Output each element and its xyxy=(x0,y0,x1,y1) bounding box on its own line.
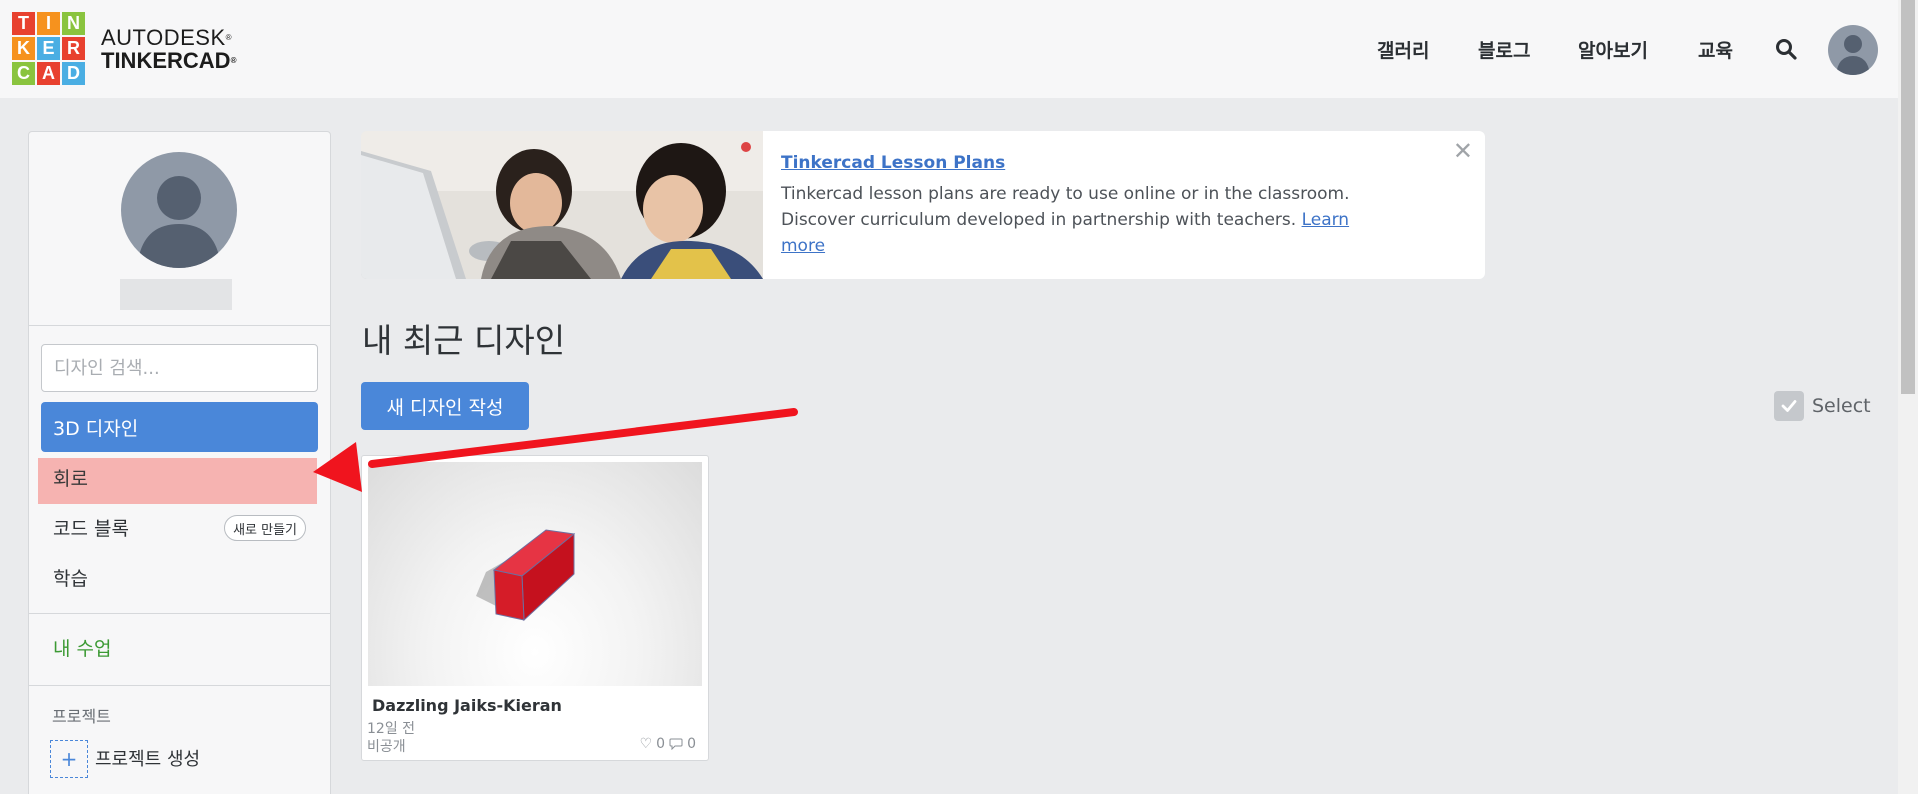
my-classes-link[interactable]: 내 수업 xyxy=(53,634,111,661)
banner-description: Tinkercad lesson plans are ready to use … xyxy=(781,181,1361,259)
scrollbar-thumb[interactable] xyxy=(1901,0,1915,394)
sidebar-item-learning[interactable]: 학습 xyxy=(41,552,318,602)
nav-learn-more[interactable]: 알아보기 xyxy=(1578,36,1648,63)
logo-tile: I xyxy=(37,12,60,35)
banner-text: Tinkercad lesson plans are ready to use … xyxy=(781,184,1350,230)
comments-count: 0 xyxy=(687,736,696,752)
design-stats: ♡ 0 0 xyxy=(640,736,696,752)
comment-icon xyxy=(669,738,683,750)
divider xyxy=(29,685,330,686)
logo-tile: C xyxy=(12,62,35,85)
page-title: 내 최근 디자인 xyxy=(362,321,566,360)
user-avatar[interactable] xyxy=(1828,25,1878,75)
add-project-icon[interactable]: + xyxy=(50,740,88,778)
likes-count: 0 xyxy=(656,736,666,752)
search-icon[interactable] xyxy=(1775,38,1797,60)
sidebar-item-circuits[interactable]: 회로 xyxy=(38,458,317,504)
page-scrollbar[interactable] xyxy=(1898,0,1918,794)
design-search-input[interactable] xyxy=(41,344,318,392)
sidebar-item-label: 회로 xyxy=(53,468,88,490)
banner-photo xyxy=(361,131,763,279)
create-new-design-button[interactable]: 새 디자인 작성 xyxy=(361,382,529,430)
nav-gallery[interactable]: 갤러리 xyxy=(1377,36,1429,63)
username-placeholder xyxy=(120,279,232,310)
sidebar-item-3d-design[interactable]: 3D 디자인 xyxy=(41,402,318,452)
logo-tile: A xyxy=(37,62,60,85)
sidebar-item-label: 코드 블록 xyxy=(53,517,129,540)
tinkercad-logo[interactable]: TIN KER CAD xyxy=(12,12,85,85)
sidebar-item-codeblocks[interactable]: 코드 블록 새로 만들기 xyxy=(41,502,318,552)
lesson-plans-banner: Tinkercad Lesson Plans Tinkercad lesson … xyxy=(361,131,1485,279)
logo-tile: D xyxy=(62,62,85,85)
nav-education[interactable]: 교육 xyxy=(1698,36,1733,63)
brand-name: AUTODESK® TINKERCAD® xyxy=(101,25,237,73)
profile-avatar[interactable] xyxy=(121,152,237,268)
banner-title-link[interactable]: Tinkercad Lesson Plans xyxy=(781,153,1005,173)
logo-tile: N xyxy=(62,12,85,35)
projects-heading: 프로젝트 xyxy=(52,707,111,726)
logo-tile: K xyxy=(12,37,35,60)
logo-tile: T xyxy=(12,12,35,35)
brand-bottom: TINKERCAD xyxy=(101,48,231,73)
sidebar: 3D 디자인 회로 코드 블록 새로 만들기 학습 내 수업 프로젝트 + 프로… xyxy=(28,131,331,794)
design-timestamp: 12일 전 xyxy=(367,721,416,737)
brand-top: AUTODESK xyxy=(101,25,226,50)
divider xyxy=(29,325,330,326)
create-project-link[interactable]: 프로젝트 생성 xyxy=(95,745,200,771)
nav-blog[interactable]: 블로그 xyxy=(1478,36,1530,63)
select-toggle[interactable]: Select xyxy=(1774,391,1871,421)
heart-icon: ♡ xyxy=(639,736,653,752)
sidebar-item-label: 학습 xyxy=(53,567,88,590)
design-visibility: 비공개 xyxy=(367,739,406,755)
design-card[interactable]: Dazzling Jaiks-Kieran 12일 전 비공개 ♡ 0 0 xyxy=(361,455,709,761)
divider xyxy=(29,613,330,614)
design-title[interactable]: Dazzling Jaiks-Kieran xyxy=(372,696,562,715)
top-header: TIN KER CAD AUTODESK® TINKERCAD® 갤러리 블로그 알… xyxy=(0,0,1898,98)
logo-tile: R xyxy=(62,37,85,60)
new-badge: 새로 만들기 xyxy=(224,515,306,541)
sidebar-item-label: 3D 디자인 xyxy=(53,417,139,440)
logo-tile: E xyxy=(37,37,60,60)
select-label: Select xyxy=(1812,395,1871,417)
close-icon[interactable]: ✕ xyxy=(1453,137,1473,165)
select-checkbox[interactable] xyxy=(1774,391,1804,421)
design-thumbnail[interactable] xyxy=(368,462,702,686)
